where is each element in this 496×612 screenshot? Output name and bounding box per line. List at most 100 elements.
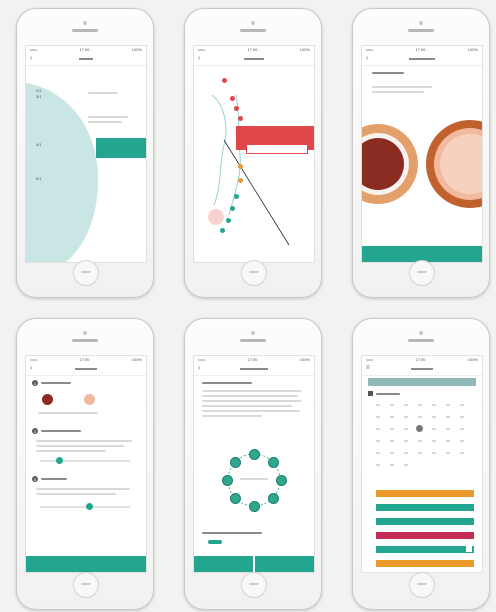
event-bar[interactable] bbox=[376, 518, 474, 525]
hint-line bbox=[372, 86, 432, 88]
event-bar[interactable] bbox=[376, 532, 474, 539]
dial-point[interactable] bbox=[222, 475, 233, 486]
status-time: 17:00 bbox=[247, 357, 258, 362]
home-button[interactable] bbox=[73, 260, 99, 286]
hint-line bbox=[88, 121, 122, 123]
hint-line bbox=[202, 400, 302, 402]
back-arrow-icon[interactable]: ‹ bbox=[366, 55, 368, 62]
slider-track[interactable] bbox=[40, 460, 130, 462]
event-bar[interactable] bbox=[376, 546, 474, 553]
primary-button[interactable] bbox=[26, 556, 146, 572]
status-bar: ••••• 17:00 100% bbox=[26, 46, 146, 53]
point-orange[interactable] bbox=[238, 164, 243, 169]
event-bar[interactable] bbox=[376, 490, 474, 497]
point-orange[interactable] bbox=[238, 178, 243, 183]
speaker-slot bbox=[240, 29, 266, 32]
calendar-icon[interactable] bbox=[368, 391, 373, 396]
screen-1: ••••• 17:00 100% ‹ 2/1 3/1 4/1 5/1 bbox=[25, 45, 147, 263]
nav-title-placeholder bbox=[411, 368, 433, 370]
back-arrow-icon[interactable]: ‹ bbox=[198, 55, 200, 62]
month-label bbox=[376, 393, 400, 395]
status-time: 17:00 bbox=[247, 47, 258, 52]
color-swatch-light[interactable] bbox=[84, 394, 95, 405]
hint-line bbox=[36, 488, 130, 490]
selection-field[interactable] bbox=[246, 144, 308, 154]
status-bar: ••••• 17:00 100% bbox=[194, 46, 314, 53]
check-icon[interactable] bbox=[466, 546, 472, 552]
event-bar[interactable] bbox=[376, 560, 474, 567]
dial-point[interactable] bbox=[230, 457, 241, 468]
point-teal[interactable] bbox=[226, 218, 231, 223]
screen-6: ••••• 17:00 100% ≡ bbox=[361, 355, 483, 573]
color-swatch-dark[interactable] bbox=[42, 394, 53, 405]
section-heading-line bbox=[202, 382, 252, 384]
camera-dot bbox=[419, 21, 423, 25]
dial-point[interactable] bbox=[276, 475, 287, 486]
slider-track[interactable] bbox=[40, 506, 130, 508]
skin-tone-wheel[interactable] bbox=[362, 108, 482, 228]
point-red[interactable] bbox=[230, 96, 235, 101]
dial-point[interactable] bbox=[230, 493, 241, 504]
carrier-signal: ••••• bbox=[366, 47, 374, 52]
row-label: 4/1 bbox=[36, 142, 42, 147]
dial-point[interactable] bbox=[249, 501, 260, 512]
camera-dot bbox=[251, 331, 255, 335]
slider-thumb[interactable] bbox=[86, 503, 93, 510]
hint-line bbox=[36, 440, 132, 442]
slider-thumb[interactable] bbox=[56, 457, 63, 464]
calendar-grid[interactable] bbox=[372, 404, 472, 474]
home-button[interactable] bbox=[241, 260, 267, 286]
section-heading-line bbox=[41, 382, 71, 384]
hint-line bbox=[88, 116, 128, 118]
nav-bar: ‹ bbox=[362, 53, 482, 66]
dial-point[interactable] bbox=[268, 457, 279, 468]
camera-dot bbox=[83, 21, 87, 25]
phone-mockup-5: ••••• 17:00 100% ‹ bbox=[184, 318, 322, 610]
speaker-slot bbox=[408, 339, 434, 342]
back-arrow-icon[interactable]: ‹ bbox=[30, 365, 32, 372]
home-button[interactable] bbox=[409, 572, 435, 598]
dial-point[interactable] bbox=[268, 493, 279, 504]
calendar-header-bar[interactable] bbox=[368, 378, 476, 386]
back-arrow-icon[interactable]: ‹ bbox=[30, 55, 32, 62]
primary-button[interactable] bbox=[255, 556, 314, 572]
phone-mockup-3: ••••• 17:00 100% ‹ bbox=[352, 8, 490, 298]
hint-line bbox=[202, 410, 300, 412]
home-button[interactable] bbox=[241, 572, 267, 598]
menu-icon[interactable]: ≡ bbox=[366, 365, 370, 371]
phone-mockup-2: ••••• 17:00 100% ‹ bbox=[184, 8, 322, 298]
dial-point[interactable] bbox=[249, 449, 260, 460]
home-button[interactable] bbox=[409, 260, 435, 286]
secondary-button[interactable] bbox=[194, 556, 253, 572]
battery-level: 100% bbox=[299, 47, 310, 52]
back-arrow-icon[interactable]: ‹ bbox=[198, 365, 200, 372]
point-teal[interactable] bbox=[230, 206, 235, 211]
point-red[interactable] bbox=[238, 116, 243, 121]
phone-mockup-4: ••••• 17:00 100% ‹ 1 2 3 bbox=[16, 318, 154, 610]
option-pill[interactable] bbox=[208, 540, 222, 544]
carrier-signal: ••••• bbox=[30, 357, 38, 362]
carrier-signal: ••••• bbox=[198, 47, 206, 52]
screen-5: ••••• 17:00 100% ‹ bbox=[193, 355, 315, 573]
screen-4: ••••• 17:00 100% ‹ 1 2 3 bbox=[25, 355, 147, 573]
point-teal[interactable] bbox=[220, 228, 225, 233]
carrier-signal: ••••• bbox=[366, 357, 374, 362]
point-teal[interactable] bbox=[234, 194, 239, 199]
point-red[interactable] bbox=[222, 78, 227, 83]
section-heading-line bbox=[41, 430, 81, 432]
speaker-slot bbox=[408, 29, 434, 32]
selected-day[interactable] bbox=[416, 425, 423, 432]
event-bar[interactable] bbox=[376, 504, 474, 511]
screen-3: ••••• 17:00 100% ‹ bbox=[361, 45, 483, 263]
section-heading-line bbox=[372, 72, 404, 74]
point-red[interactable] bbox=[234, 106, 239, 111]
hint-line bbox=[36, 493, 116, 495]
carrier-signal: ••••• bbox=[198, 357, 206, 362]
status-bar: ••••• 17:00 100% bbox=[26, 356, 146, 363]
nav-title-placeholder bbox=[244, 58, 264, 60]
hint-line bbox=[202, 415, 262, 417]
primary-button[interactable] bbox=[96, 138, 146, 158]
speaker-slot bbox=[72, 339, 98, 342]
speaker-slot bbox=[240, 339, 266, 342]
home-button[interactable] bbox=[73, 572, 99, 598]
